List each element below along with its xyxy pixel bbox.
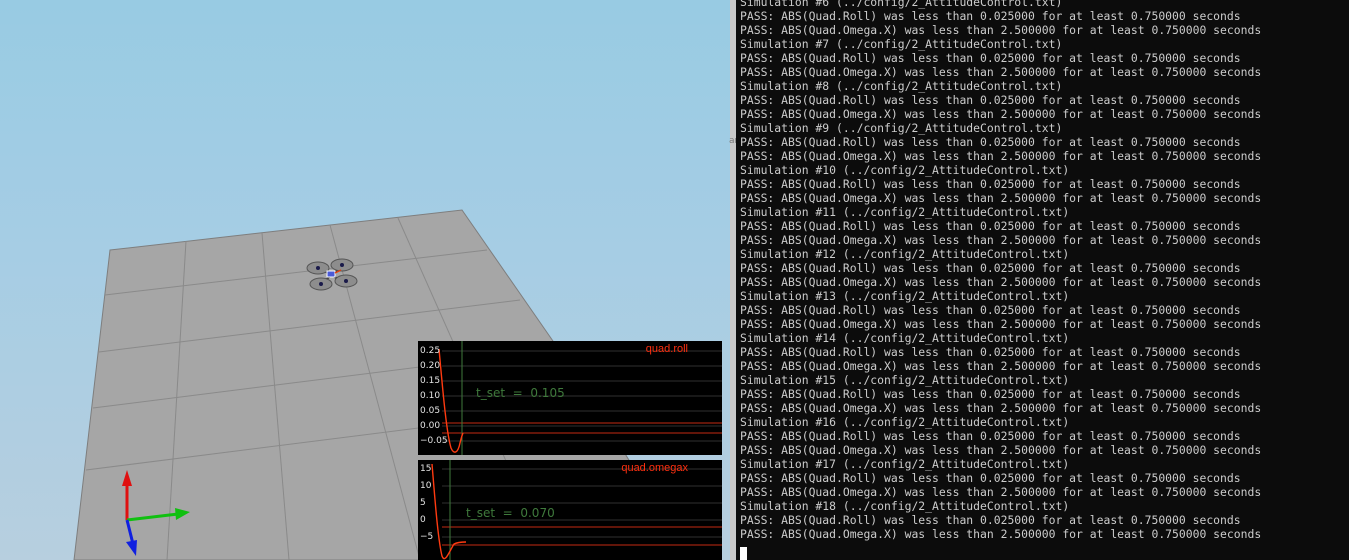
terminal-line: PASS: ABS(Quad.Roll) was less than 0.025…: [740, 345, 1241, 359]
terminal-line: Simulation #12 (../config/2_AttitudeCont…: [740, 247, 1070, 261]
terminal-line: PASS: ABS(Quad.Omega.X) was less than 2.…: [740, 527, 1262, 541]
plot-trace: [431, 463, 467, 560]
terminal-line: Simulation #16 (../config/2_AttitudeCont…: [740, 415, 1070, 429]
terminal-line: Simulation #8 (../config/2_AttitudeContr…: [740, 79, 1063, 93]
terminal-line: PASS: ABS(Quad.Omega.X) was less than 2.…: [740, 107, 1262, 121]
terminal-line: PASS: ABS(Quad.Roll) was less than 0.025…: [740, 51, 1241, 65]
roll-plot-title: quad.roll: [645, 343, 688, 355]
terminal-line: PASS: ABS(Quad.Roll) was less than 0.025…: [740, 387, 1241, 401]
omegax-plot-title: quad.omegax: [621, 462, 688, 474]
plot-y-tick-label: 0.05: [420, 406, 441, 416]
terminal-line: PASS: ABS(Quad.Roll) was less than 0.025…: [740, 93, 1241, 107]
terminal-line: Simulation #14 (../config/2_AttitudeCont…: [740, 331, 1070, 345]
roll-plot-canvas: [438, 341, 722, 455]
terminal-window[interactable]: Simulation #6 (../config/2_AttitudeContr…: [736, 0, 1349, 560]
simulator-viewport[interactable]: quad.roll t_set = 0.105 0.25 0.20 0.15 0.10…: [0, 0, 730, 560]
plot-y-tick-label: 0.20: [420, 361, 441, 371]
plot-y-tick-label: −0.05: [420, 436, 448, 446]
terminal-line: PASS: ABS(Quad.Omega.X) was less than 2.…: [740, 485, 1262, 499]
omegax-plot-tset: t_set = 0.070: [466, 506, 555, 520]
terminal-line: PASS: ABS(Quad.Omega.X) was less than 2.…: [740, 443, 1262, 457]
terminal-line: Simulation #15 (../config/2_AttitudeCont…: [740, 373, 1070, 387]
plot-y-tick-label: 0: [420, 515, 426, 525]
roll-plot[interactable]: quad.roll t_set = 0.105 0.25 0.20 0.15 0.10…: [418, 341, 722, 455]
terminal-line: Simulation #18 (../config/2_AttitudeCont…: [740, 499, 1070, 513]
plot-y-tick-label: 0.10: [420, 391, 441, 401]
plot-y-tick-label: 0.15: [420, 376, 441, 386]
plot-y-tick-label: 5: [420, 498, 426, 508]
terminal-line: PASS: ABS(Quad.Omega.X) was less than 2.…: [740, 401, 1262, 415]
terminal-line: PASS: ABS(Quad.Roll) was less than 0.025…: [740, 471, 1241, 485]
terminal-line: PASS: ABS(Quad.Omega.X) was less than 2.…: [740, 233, 1262, 247]
terminal-line: Simulation #9 (../config/2_AttitudeContr…: [740, 121, 1063, 135]
terminal-line: PASS: ABS(Quad.Roll) was less than 0.025…: [740, 177, 1241, 191]
plot-y-tick-label: 15: [420, 464, 432, 474]
terminal-line: PASS: ABS(Quad.Roll) was less than 0.025…: [740, 513, 1241, 527]
terminal-line: PASS: ABS(Quad.Omega.X) was less than 2.…: [740, 359, 1262, 373]
terminal-cursor: [740, 547, 747, 560]
terminal-line: PASS: ABS(Quad.Roll) was less than 0.025…: [740, 9, 1241, 23]
terminal-line: PASS: ABS(Quad.Roll) was less than 0.025…: [740, 219, 1241, 233]
terminal-line: PASS: ABS(Quad.Omega.X) was less than 2.…: [740, 191, 1262, 205]
plot-y-tick-label: −5: [420, 532, 434, 542]
terminal-line: PASS: ABS(Quad.Omega.X) was less than 2.…: [740, 23, 1262, 37]
terminal-output: Simulation #6 (../config/2_AttitudeContr…: [740, 0, 1261, 541]
terminal-line: Simulation #10 (../config/2_AttitudeCont…: [740, 163, 1070, 177]
plot-y-tick-label: 0.00: [420, 421, 441, 431]
plot-y-tick-label: 0.25: [420, 346, 441, 356]
terminal-line: PASS: ABS(Quad.Roll) was less than 0.025…: [740, 135, 1241, 149]
plot-y-tick-label: 10: [420, 481, 432, 491]
terminal-line: PASS: ABS(Quad.Omega.X) was less than 2.…: [740, 149, 1262, 163]
roll-plot-tset: t_set = 0.105: [476, 386, 565, 400]
terminal-line: Simulation #11 (../config/2_AttitudeCont…: [740, 205, 1070, 219]
terminal-line: Simulation #7 (../config/2_AttitudeContr…: [740, 37, 1063, 51]
terminal-line: Simulation #6 (../config/2_AttitudeContr…: [740, 0, 1063, 9]
terminal-line: PASS: ABS(Quad.Roll) was less than 0.025…: [740, 303, 1241, 317]
omegax-plot[interactable]: quad.omegax t_set = 0.070 15 10 5 0 −5: [418, 460, 722, 560]
terminal-line: Simulation #17 (../config/2_AttitudeCont…: [740, 457, 1070, 471]
terminal-line: PASS: ABS(Quad.Omega.X) was less than 2.…: [740, 275, 1262, 289]
terminal-line: Simulation #13 (../config/2_AttitudeCont…: [740, 289, 1070, 303]
terminal-line: PASS: ABS(Quad.Roll) was less than 0.025…: [740, 261, 1241, 275]
terminal-line: PASS: ABS(Quad.Omega.X) was less than 2.…: [740, 317, 1262, 331]
terminal-line: PASS: ABS(Quad.Omega.X) was less than 2.…: [740, 65, 1262, 79]
terminal-line: PASS: ABS(Quad.Roll) was less than 0.025…: [740, 429, 1241, 443]
omegax-plot-canvas: [431, 460, 722, 560]
